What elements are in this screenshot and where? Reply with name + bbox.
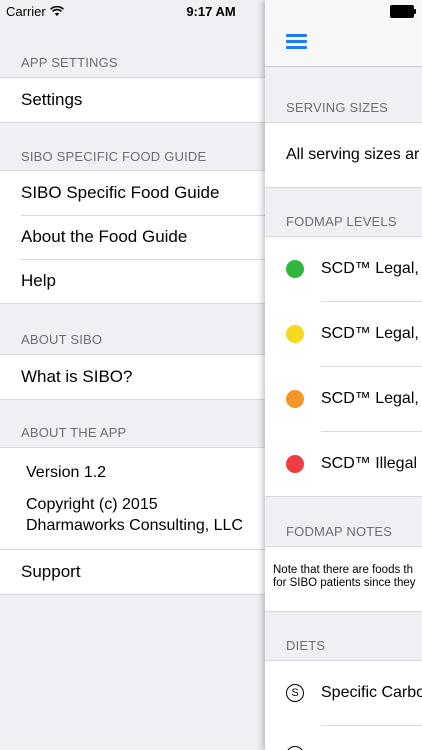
fodmap-notes-line: Note that there are foods th xyxy=(273,564,414,576)
main-panel: SERVING SIZES All serving sizes ar FODMA… xyxy=(265,0,422,750)
about-app-info: Version 1.2 Copyright (c) 2015 Dharmawor… xyxy=(0,448,265,549)
header-serving-sizes: SERVING SIZES xyxy=(286,100,389,115)
serving-sizes-group: All serving sizes ar xyxy=(265,122,422,188)
fodmap-level-label: SCD™ Illegal xyxy=(321,454,418,472)
fodmap-level-label: SCD™ Legal, xyxy=(321,389,419,407)
header-diets: DIETS xyxy=(286,638,326,653)
diet-label: Specific Carbo xyxy=(321,684,422,701)
red-dot-icon xyxy=(286,454,304,473)
status-bar: Carrier 9:17 AM xyxy=(0,0,422,22)
food-guide-group: SIBO Specific Food Guide About the Food … xyxy=(0,170,265,304)
menu-item-food-guide[interactable]: SIBO Specific Food Guide xyxy=(0,171,265,215)
fodmap-level-label: SCD™ Legal, xyxy=(321,260,419,277)
app-copyright: Copyright (c) 2015 xyxy=(26,496,158,513)
fodmap-notes-text: Note that there are foods th for SIBO pa… xyxy=(265,547,422,590)
orange-dot-icon xyxy=(286,389,304,408)
fodmap-notes-group: Note that there are foods th for SIBO pa… xyxy=(265,546,422,612)
header-fodmap-levels: FODMAP LEVELS xyxy=(286,214,397,229)
fodmap-levels-group: SCD™ Legal, SCD™ Legal, SCD™ Legal, SCD™… xyxy=(265,236,422,497)
yellow-dot-icon xyxy=(286,324,304,343)
menu-item-about-food-guide[interactable]: About the Food Guide xyxy=(0,215,265,259)
fodmap-level-row: SCD™ Illegal xyxy=(265,431,422,496)
section-header-food-guide: SIBO SPECIFIC FOOD GUIDE xyxy=(21,149,207,164)
about-app-group: Version 1.2 Copyright (c) 2015 Dharmawor… xyxy=(0,447,265,595)
app-company: Dharmaworks Consulting, LLC xyxy=(26,517,243,534)
section-header-about-sibo: ABOUT SIBO xyxy=(21,332,103,347)
serving-sizes-text: All serving sizes ar xyxy=(286,146,420,163)
header-fodmap-notes: FODMAP NOTES xyxy=(286,524,393,539)
section-header-about-app: ABOUT THE APP xyxy=(21,425,127,440)
menu-item-settings[interactable]: Settings xyxy=(0,78,265,122)
fodmap-level-row: SCD™ Legal, xyxy=(265,301,422,366)
status-time: 9:17 AM xyxy=(186,4,236,19)
green-dot-icon xyxy=(286,260,304,278)
diet-icon xyxy=(286,746,304,750)
diets-group: S Specific Carbo xyxy=(265,660,422,750)
menu-item-what-is-sibo[interactable]: What is SIBO? xyxy=(0,355,265,399)
menu-item-help[interactable]: Help xyxy=(0,259,265,303)
diet-s-icon: S xyxy=(286,684,304,702)
app-version: Version 1.2 xyxy=(26,464,107,481)
section-header-app-settings: APP SETTINGS xyxy=(21,55,118,70)
fodmap-level-row: SCD™ Legal, xyxy=(265,237,422,301)
diet-row[interactable]: S Specific Carbo xyxy=(265,661,422,725)
about-sibo-group: What is SIBO? xyxy=(0,354,265,400)
hamburger-menu-icon[interactable] xyxy=(286,34,307,50)
fodmap-level-row: SCD™ Legal, xyxy=(265,366,422,431)
diet-row[interactable] xyxy=(265,725,422,750)
fodmap-level-label: SCD™ Legal, xyxy=(321,324,419,342)
fodmap-notes-line: for SIBO patients since they xyxy=(273,577,416,589)
side-menu: APP SETTINGS Settings SIBO SPECIFIC FOOD… xyxy=(0,0,265,750)
battery-icon xyxy=(390,5,416,18)
app-settings-group: Settings xyxy=(0,77,265,123)
menu-item-support[interactable]: Support xyxy=(0,549,265,594)
